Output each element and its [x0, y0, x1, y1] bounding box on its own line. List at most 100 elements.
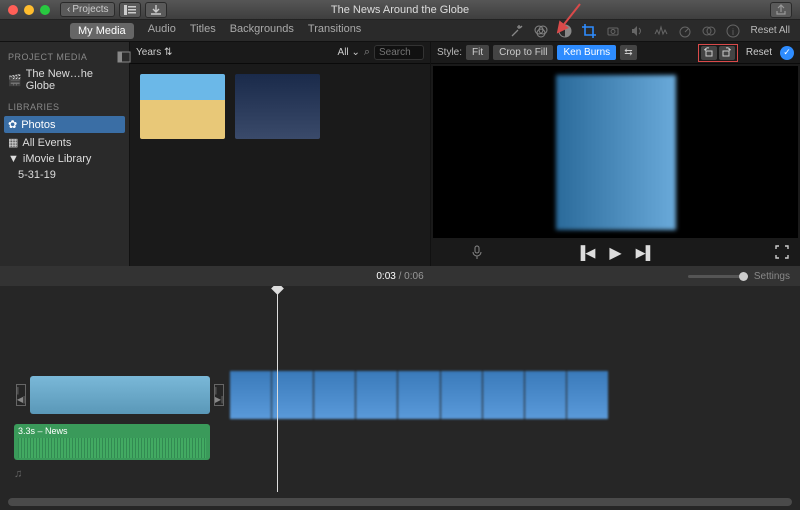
audio-clip-label: 3.3s – News: [18, 426, 68, 436]
settings-button[interactable]: Settings: [754, 271, 790, 282]
sidebar-item-imovie-library[interactable]: ▼iMovie Library: [8, 151, 121, 167]
info-icon[interactable]: i: [726, 24, 740, 38]
search-input[interactable]: [374, 45, 424, 60]
audio-clip[interactable]: 3.3s – News: [14, 424, 210, 460]
tab-titles[interactable]: Titles: [190, 23, 216, 39]
browser-filter-bar: Years ⇅ All ⌄ ⌕: [130, 42, 430, 64]
sidebar-item-date[interactable]: 5-31-19: [18, 167, 121, 183]
clip-filter-icon[interactable]: [702, 24, 716, 38]
search-icon: ⌕: [364, 46, 370, 59]
media-thumbnail[interactable]: [140, 74, 225, 139]
zoom-thumb[interactable]: [739, 272, 748, 281]
speed-icon[interactable]: [678, 24, 692, 38]
apply-crop-button[interactable]: ✓: [780, 46, 794, 60]
playhead[interactable]: [277, 286, 278, 492]
style-kenburns-button[interactable]: Ken Burns: [557, 45, 616, 60]
list-icon: [124, 5, 136, 15]
audio-waveform: [18, 438, 206, 458]
media-thumbnails: [130, 64, 430, 149]
project-item[interactable]: 🎬The New…he Globe: [8, 66, 121, 94]
libraries-header: LIBRARIES: [8, 102, 121, 112]
video-clip-world[interactable]: [30, 376, 210, 414]
tab-my-media[interactable]: My Media: [70, 23, 134, 39]
tab-backgrounds[interactable]: Backgrounds: [230, 23, 294, 39]
volume-icon[interactable]: [630, 24, 644, 38]
crop-style-bar: Style: Fit Crop to Fill Ken Burns ⇆ Rese…: [431, 42, 800, 64]
svg-text:i: i: [732, 27, 734, 37]
rotate-ccw-button[interactable]: [701, 46, 717, 60]
timeline-settings: Settings: [688, 271, 790, 282]
viewer-panel: Style: Fit Crop to Fill Ken Burns ⇆ Rese…: [430, 42, 800, 266]
style-fit-button[interactable]: Fit: [466, 45, 489, 60]
media-tabs: My Media Audio Titles Backgrounds Transi…: [70, 23, 361, 39]
style-label: Style:: [437, 47, 462, 58]
style-crop-button[interactable]: Crop to Fill: [493, 45, 553, 60]
media-tabs-bar: My Media Audio Titles Backgrounds Transi…: [0, 20, 800, 42]
window-controls: [8, 5, 50, 15]
play-button[interactable]: ▶: [609, 243, 621, 263]
transport-controls: ▐◀ ▶ ▶▌: [431, 240, 800, 266]
sidebar-toggle-icon[interactable]: [118, 52, 130, 65]
tab-audio[interactable]: Audio: [148, 23, 176, 39]
reset-crop-button[interactable]: Reset: [746, 47, 772, 58]
titlebar: ‹Projects The News Around the Globe: [0, 0, 800, 20]
sidebar: PROJECT MEDIA 🎬The New…he Globe LIBRARIE…: [0, 42, 130, 266]
chevron-left-icon: ‹: [67, 4, 70, 15]
enhance-icon[interactable]: [510, 24, 524, 38]
next-button[interactable]: ▶▌: [636, 245, 655, 261]
crop-icon[interactable]: [582, 24, 596, 38]
sidebar-item-all-events[interactable]: ▦All Events: [8, 134, 121, 151]
rotate-ccw-icon: [703, 47, 714, 58]
close-window[interactable]: [8, 5, 18, 15]
calendar-icon: ▦: [8, 136, 18, 149]
timeline-area: 0:03 / 0:06 Settings |◀| |▶| 3.3s – News…: [0, 266, 800, 510]
import-button[interactable]: [145, 2, 167, 18]
download-icon: [151, 5, 161, 15]
timeline-header: 0:03 / 0:06 Settings: [0, 266, 800, 286]
rotate-cw-icon: [721, 47, 732, 58]
photos-icon: ✿: [8, 118, 17, 131]
timeline-scrollbar[interactable]: [8, 498, 792, 506]
share-icon: [776, 5, 786, 15]
timeline[interactable]: |◀| |▶| 3.3s – News ♫: [0, 286, 800, 510]
media-thumbnail[interactable]: [235, 74, 320, 139]
voiceover-icon[interactable]: [471, 245, 483, 262]
years-dropdown[interactable]: Years ⇅: [136, 47, 172, 58]
preview-image: [556, 75, 676, 230]
library-list-button[interactable]: [119, 2, 141, 18]
projects-back-button[interactable]: ‹Projects: [60, 2, 115, 17]
disclosure-triangle-icon: ▼: [8, 153, 19, 165]
stabilization-icon[interactable]: [606, 24, 620, 38]
color-correction-icon[interactable]: [558, 24, 572, 38]
fullscreen-icon[interactable]: [776, 246, 788, 261]
clip-edge-right[interactable]: |▶|: [214, 384, 224, 406]
swap-start-end-button[interactable]: ⇆: [620, 45, 636, 60]
sidebar-item-photos[interactable]: ✿Photos: [4, 116, 125, 133]
preview-viewport[interactable]: [433, 66, 798, 238]
project-media-header: PROJECT MEDIA: [8, 52, 121, 62]
time-current: 0:03: [376, 271, 395, 282]
timeline-scrollbar-thumb[interactable]: [8, 498, 792, 506]
sort-icon: ⇅: [164, 47, 172, 58]
share-button[interactable]: [770, 2, 792, 18]
zoom-window[interactable]: [40, 5, 50, 15]
time-total: 0:06: [404, 271, 423, 282]
video-clip-news[interactable]: [230, 371, 608, 419]
music-track-icon: ♫: [14, 468, 22, 480]
media-browser: Years ⇅ All ⌄ ⌕: [130, 42, 430, 266]
window-title: The News Around the Globe: [331, 4, 469, 16]
rotate-cw-button[interactable]: [719, 46, 735, 60]
color-balance-icon[interactable]: [534, 24, 548, 38]
clip-edge-left[interactable]: |◀|: [16, 384, 26, 406]
all-dropdown[interactable]: All ⌄: [338, 47, 360, 58]
minimize-window[interactable]: [24, 5, 34, 15]
noise-reduction-icon[interactable]: [654, 24, 668, 38]
reset-all-button[interactable]: Reset All: [751, 25, 790, 36]
film-icon: 🎬: [8, 74, 22, 87]
prev-button[interactable]: ▐◀: [576, 245, 595, 261]
tab-transitions[interactable]: Transitions: [308, 23, 361, 39]
viewer-toolbar: i: [510, 24, 740, 38]
zoom-slider[interactable]: [688, 275, 748, 278]
rotate-buttons-highlight: [698, 44, 738, 62]
chevron-down-icon: ⌄: [351, 47, 359, 58]
